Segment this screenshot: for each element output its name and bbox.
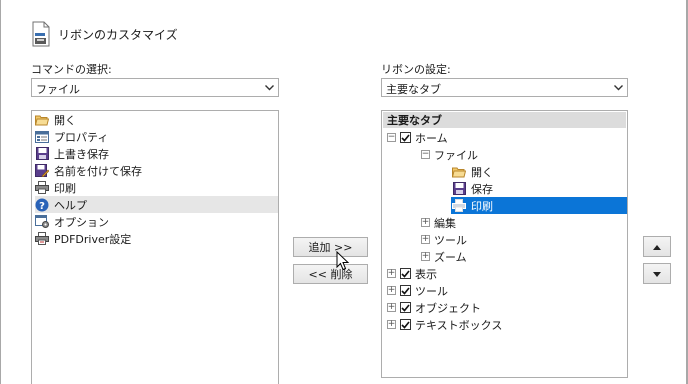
collapse-icon[interactable]: − bbox=[387, 133, 396, 142]
tree-node-label: 保存 bbox=[471, 182, 493, 196]
open-folder-icon bbox=[35, 113, 49, 127]
chevron-down-icon[interactable] bbox=[611, 80, 626, 95]
list-item[interactable]: 開く bbox=[35, 111, 275, 128]
list-item-label: ヘルプ bbox=[54, 198, 87, 212]
move-up-button[interactable] bbox=[643, 236, 671, 257]
checkbox-checked-icon[interactable] bbox=[400, 319, 411, 330]
tree-node-label: ホーム bbox=[415, 131, 448, 145]
collapse-icon[interactable]: − bbox=[421, 150, 430, 159]
chevron-down-icon[interactable] bbox=[262, 80, 277, 95]
move-down-icon bbox=[653, 267, 661, 280]
expand-icon[interactable]: + bbox=[421, 252, 430, 261]
list-item-label: プロパティ bbox=[54, 130, 109, 144]
tree-node-tools-tab[interactable]: + ツール bbox=[387, 282, 448, 299]
save-as-icon bbox=[35, 164, 49, 178]
tree-node-save[interactable]: 保存 bbox=[452, 180, 493, 197]
svg-text:?: ? bbox=[39, 201, 45, 212]
tree-node-print-selected[interactable]: 印刷 bbox=[451, 197, 627, 214]
expand-icon[interactable]: + bbox=[387, 320, 396, 329]
checkbox-checked-icon[interactable] bbox=[400, 132, 411, 143]
pdf-driver-icon bbox=[35, 232, 49, 246]
list-item[interactable]: 上書き保存 bbox=[35, 145, 275, 162]
list-item-selected[interactable]: ? ヘルプ bbox=[35, 196, 278, 213]
move-up-icon bbox=[653, 240, 661, 253]
customize-ribbon-label: リボンの設定: bbox=[381, 63, 451, 76]
commands-list[interactable]: 開く プロパティ 上書き保存 名前を付けて保存 印刷 ? ヘルプ オプション P… bbox=[31, 110, 279, 384]
properties-icon bbox=[35, 130, 49, 144]
list-item[interactable]: 印刷 bbox=[35, 179, 275, 196]
section-header: リボンのカスタマイズ bbox=[31, 19, 178, 49]
list-item-label: 開く bbox=[54, 113, 76, 127]
save-icon bbox=[452, 182, 466, 196]
customize-ribbon-dropdown[interactable]: 主要なタブ bbox=[381, 78, 628, 97]
list-item-label: 印刷 bbox=[54, 181, 76, 195]
list-item[interactable]: 名前を付けて保存 bbox=[35, 162, 275, 179]
tree-node-label: 表示 bbox=[415, 267, 437, 281]
tree-node-zoom[interactable]: + ズーム bbox=[421, 248, 467, 265]
list-item-label: 名前を付けて保存 bbox=[54, 164, 142, 178]
help-icon: ? bbox=[35, 198, 49, 212]
expand-icon[interactable]: + bbox=[387, 303, 396, 312]
checkbox-checked-icon[interactable] bbox=[400, 285, 411, 296]
checkbox-checked-icon[interactable] bbox=[400, 268, 411, 279]
tree-node-file[interactable]: − ファイル bbox=[421, 146, 478, 163]
list-item-label: PDFDriver設定 bbox=[54, 232, 132, 246]
tree-node-open[interactable]: 開く bbox=[452, 163, 493, 180]
tree-node-home[interactable]: − ホーム bbox=[387, 129, 448, 146]
print-icon bbox=[35, 181, 49, 195]
tree-node-label: ファイル bbox=[434, 148, 478, 162]
tree-header: 主要なタブ bbox=[383, 112, 626, 128]
checkbox-checked-icon[interactable] bbox=[400, 302, 411, 313]
tree-node-object[interactable]: + オブジェクト bbox=[387, 299, 481, 316]
open-folder-icon bbox=[452, 165, 466, 179]
tree-node-label: 編集 bbox=[434, 216, 456, 230]
tree-header-label: 主要なタブ bbox=[387, 114, 442, 127]
print-icon bbox=[452, 199, 466, 213]
tree-node-label: ズーム bbox=[434, 250, 467, 264]
tree-node-label: 開く bbox=[471, 165, 493, 179]
add-button[interactable]: 追加 >> bbox=[293, 237, 368, 257]
list-item[interactable]: オプション bbox=[35, 213, 275, 230]
mouse-cursor-icon bbox=[336, 251, 350, 271]
expand-icon[interactable]: + bbox=[421, 235, 430, 244]
tree-node-label: オブジェクト bbox=[415, 301, 481, 315]
customize-ribbon-icon bbox=[31, 21, 51, 47]
expand-icon[interactable]: + bbox=[387, 286, 396, 295]
tree-node-label: テキストボックス bbox=[415, 318, 503, 332]
tree-node-label: 印刷 bbox=[471, 199, 493, 213]
page-title: リボンのカスタマイズ bbox=[58, 27, 178, 42]
expand-icon[interactable]: + bbox=[421, 218, 430, 227]
list-item[interactable]: プロパティ bbox=[35, 128, 275, 145]
move-down-button[interactable] bbox=[643, 263, 671, 284]
remove-button[interactable]: << 削除 bbox=[293, 264, 368, 284]
tree-node-label: ツール bbox=[415, 284, 448, 298]
choose-commands-value: ファイル bbox=[36, 83, 80, 96]
choose-commands-dropdown[interactable]: ファイル bbox=[31, 78, 279, 97]
tree-node-view[interactable]: + 表示 bbox=[387, 265, 437, 282]
customize-ribbon-value: 主要なタブ bbox=[386, 83, 441, 96]
choose-commands-label: コマンドの選択: bbox=[31, 63, 112, 76]
tree-node-edit[interactable]: + 編集 bbox=[421, 214, 456, 231]
save-icon bbox=[35, 147, 49, 161]
options-icon bbox=[35, 215, 49, 229]
expand-icon[interactable]: + bbox=[387, 269, 396, 278]
tree-node-label: ツール bbox=[434, 233, 467, 247]
list-item[interactable]: PDFDriver設定 bbox=[35, 230, 275, 247]
list-item-label: 上書き保存 bbox=[54, 147, 109, 161]
ribbon-tree[interactable]: 主要なタブ − ホーム − ファイル 開く 保存 印刷 + 編集 + ツール +… bbox=[381, 110, 628, 378]
list-item-label: オプション bbox=[54, 215, 109, 229]
tree-node-tools-group[interactable]: + ツール bbox=[421, 231, 467, 248]
tree-node-textbox[interactable]: + テキストボックス bbox=[387, 316, 502, 333]
window-left-border bbox=[0, 0, 1, 384]
